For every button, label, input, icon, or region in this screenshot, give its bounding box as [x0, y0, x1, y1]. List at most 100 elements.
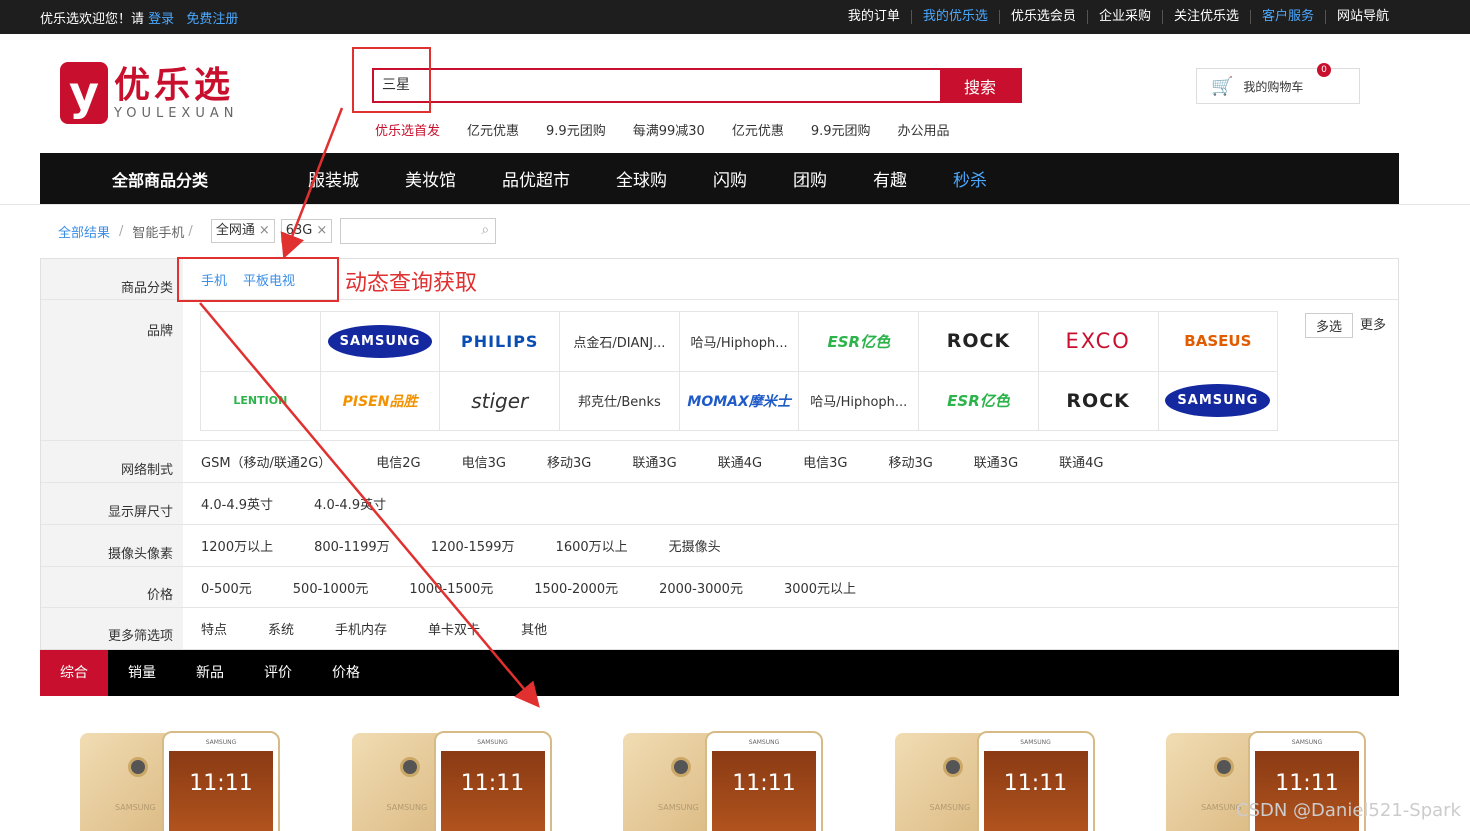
filter-option[interactable]: 1200-1599万 [431, 536, 515, 555]
filter-option[interactable]: 500-1000元 [293, 578, 369, 597]
filter-option[interactable]: 移动3G [888, 452, 932, 471]
product-card[interactable]: SAMSUNG SAMSUNG 11:11 [80, 727, 280, 831]
filter-option[interactable]: 2000-3000元 [659, 578, 743, 597]
phone-brand-text: SAMSUNG [658, 803, 699, 812]
close-icon[interactable]: × [316, 220, 327, 242]
filter-option[interactable]: 800-1199万 [314, 536, 390, 555]
hotword[interactable]: 优乐选首发 [375, 120, 440, 139]
multi-select-button[interactable]: 多选 [1305, 313, 1354, 338]
search-button[interactable]: 搜索 [940, 70, 1020, 101]
brand-samsung[interactable]: SAMSUNG [320, 312, 441, 372]
brand-hiphoph[interactable]: 哈马/Hiphoph... [679, 312, 800, 372]
brand-logo: ROCK [946, 330, 1011, 353]
product-card[interactable]: SAMSUNG SAMSUNG 11:11 [623, 727, 823, 831]
brand-benks[interactable]: 邦克仕/Benks [560, 371, 680, 431]
brand-esr[interactable]: ESR亿色 [919, 371, 1039, 431]
filter-option[interactable]: 手机内存 [335, 619, 387, 638]
brand-samsung[interactable]: SAMSUNG [1158, 371, 1279, 431]
hotword[interactable]: 9.9元团购 [811, 120, 871, 139]
cart-button[interactable]: 🛒 我的购物车 0 [1196, 63, 1360, 104]
site-logo[interactable]: y 优乐选 YOULEXUAN [60, 62, 238, 124]
brand-dianjinshi[interactable]: 点金石/DIANJ... [560, 312, 680, 372]
hotword[interactable]: 9.9元团购 [546, 120, 606, 139]
more-brands-button[interactable]: 更多 [1360, 314, 1386, 333]
hotword[interactable]: 办公用品 [898, 120, 950, 139]
filter-option[interactable]: 4.0-4.9英寸 [314, 494, 386, 513]
brand-exco[interactable]: EXCO [1038, 312, 1159, 372]
nav-item-fun[interactable]: 有趣 [873, 166, 907, 191]
filter-tag[interactable]: 全网通 × [210, 219, 275, 243]
nav-item-global[interactable]: 全球购 [616, 166, 667, 191]
nav-item-seckill[interactable]: 秒杀 [953, 166, 987, 191]
filter-option[interactable]: 3000元以上 [784, 578, 856, 597]
crumb-all[interactable]: 全部结果 [58, 222, 110, 241]
hotword[interactable]: 亿元优惠 [732, 120, 784, 139]
filter-option[interactable]: 无摄像头 [669, 536, 721, 555]
filter-option[interactable]: GSM（移动/联通2G） [201, 452, 331, 471]
nav-item-flash[interactable]: 闪购 [713, 166, 747, 191]
register-link[interactable]: 免费注册 [186, 12, 238, 27]
filter-option[interactable]: 电信2G [376, 452, 420, 471]
nav-item-supermarket[interactable]: 品优超市 [502, 166, 570, 191]
filter-option[interactable]: 联通4G [1059, 452, 1103, 471]
brand-apple[interactable] [201, 312, 321, 372]
hot-words: 优乐选首发 亿元优惠 9.9元团购 每满99减30 亿元优惠 9.9元团购 办公… [375, 120, 977, 139]
crumb-category[interactable]: 智能手机 [132, 222, 184, 241]
nav-item-beauty[interactable]: 美妆馆 [405, 166, 456, 191]
product-list: SAMSUNG SAMSUNG 11:11 SAMSUNG SAMSUNG 11:1… [80, 727, 1366, 831]
brand-momax[interactable]: MOMAX摩米士 [679, 371, 800, 431]
brand-pisen[interactable]: PISEN品胜 [320, 371, 441, 431]
filter-option[interactable]: 0-500元 [201, 578, 252, 597]
search-icon[interactable]: ⌕ [481, 222, 489, 238]
top-link-member[interactable]: 优乐选会员 [998, 10, 1087, 24]
hotword[interactable]: 每满99减30 [633, 120, 705, 139]
refine-search-input[interactable]: ⌕ [340, 218, 497, 244]
filter-option[interactable]: 1600万以上 [556, 536, 628, 555]
sort-new[interactable]: 新品 [176, 650, 244, 696]
brand-rock[interactable]: ROCK [919, 312, 1039, 372]
all-categories[interactable]: 全部商品分类 [40, 167, 280, 191]
brand-stiger[interactable]: stiger [440, 371, 561, 431]
brand-philips[interactable]: PHILIPS [440, 312, 561, 372]
filter-option[interactable]: 1000-1500元 [409, 578, 493, 597]
filter-values: 特点 系统 手机内存 单卡双卡 其他 [183, 608, 588, 649]
top-link-my[interactable]: 我的优乐选 [910, 10, 999, 24]
filter-option[interactable]: 系统 [268, 619, 294, 638]
sort-default[interactable]: 综合 [40, 650, 108, 696]
top-link-service[interactable]: 客户服务 [1249, 10, 1325, 24]
sort-price[interactable]: 价格 [312, 650, 380, 696]
filter-option[interactable]: 4.0-4.9英寸 [201, 494, 273, 513]
nav-item-clothing[interactable]: 服装城 [308, 166, 359, 191]
filter-option[interactable]: 移动3G [547, 452, 591, 471]
filter-option[interactable]: 特点 [201, 619, 227, 638]
filter-option[interactable]: 其他 [521, 619, 547, 638]
top-link-sitemap[interactable]: 网站导航 [1324, 10, 1400, 24]
annotation-box-category [177, 257, 339, 302]
filter-option[interactable]: 1500-2000元 [534, 578, 618, 597]
nav-item-group[interactable]: 团购 [793, 166, 827, 191]
filter-tag[interactable]: 63G × [280, 219, 333, 243]
filter-option[interactable]: 联通3G [974, 452, 1018, 471]
brand-baseus[interactable]: BASEUS [1158, 312, 1279, 372]
product-card[interactable]: SAMSUNG SAMSUNG 11:11 [894, 727, 1095, 831]
close-icon[interactable]: × [259, 220, 270, 242]
brand-esr[interactable]: ESR亿色 [799, 312, 920, 372]
filter-option[interactable]: 电信3G [803, 452, 847, 471]
filter-option[interactable]: 联通3G [632, 452, 676, 471]
filter-option[interactable]: 单卡双卡 [428, 619, 480, 638]
hotword[interactable]: 亿元优惠 [467, 120, 519, 139]
brand-hiphoph[interactable]: 哈马/Hiphoph... [799, 371, 920, 431]
brand-rock[interactable]: ROCK [1038, 371, 1159, 431]
filter-option[interactable]: 1200万以上 [201, 536, 273, 555]
top-link-follow[interactable]: 关注优乐选 [1161, 10, 1250, 24]
brand-lention[interactable]: LENTION [201, 371, 321, 431]
sort-rating[interactable]: 评价 [244, 650, 312, 696]
filter-option[interactable]: 联通4G [718, 452, 762, 471]
filter-option[interactable]: 电信3G [462, 452, 506, 471]
search-input[interactable]: 三星 [374, 70, 940, 101]
top-link-orders[interactable]: 我的订单 [837, 10, 911, 24]
login-link[interactable]: 登录 [148, 12, 174, 27]
top-link-enterprise[interactable]: 企业采购 [1086, 10, 1162, 24]
sort-sales[interactable]: 销量 [108, 650, 176, 696]
product-card[interactable]: SAMSUNG SAMSUNG 11:11 [351, 727, 552, 831]
